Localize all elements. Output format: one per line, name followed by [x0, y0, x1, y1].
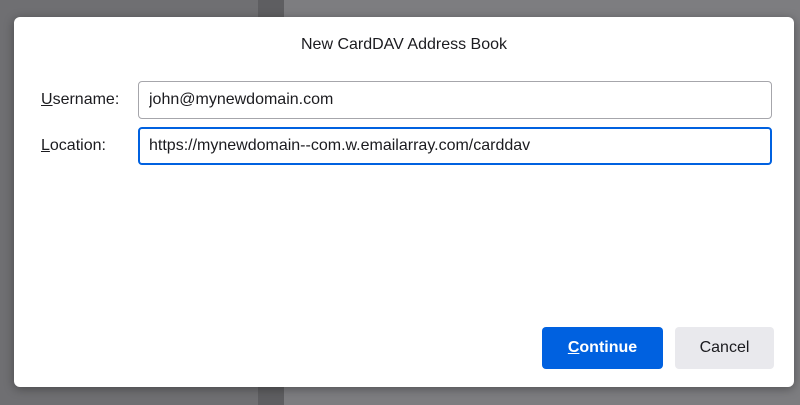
username-label-text: sername:	[52, 91, 120, 108]
continue-label-text: ontinue	[579, 339, 638, 356]
location-row: Location:	[14, 127, 794, 165]
username-label-access-key: U	[41, 91, 53, 108]
username-row: Username:	[14, 81, 794, 119]
cancel-button[interactable]: Cancel	[675, 327, 774, 369]
username-input[interactable]	[138, 81, 772, 119]
username-label: Username:	[41, 91, 119, 109]
dialog-title: New CardDAV Address Book	[300, 36, 507, 53]
continue-button[interactable]: Continue	[542, 327, 663, 369]
location-label-access-key: L	[41, 137, 50, 154]
location-label: Location:	[41, 137, 106, 155]
new-carddav-dialog: New CardDAV Address Book Username: Locat…	[14, 17, 794, 387]
location-label-text: ocation:	[49, 137, 106, 154]
location-input[interactable]	[138, 127, 772, 165]
continue-access-key: C	[567, 339, 580, 356]
